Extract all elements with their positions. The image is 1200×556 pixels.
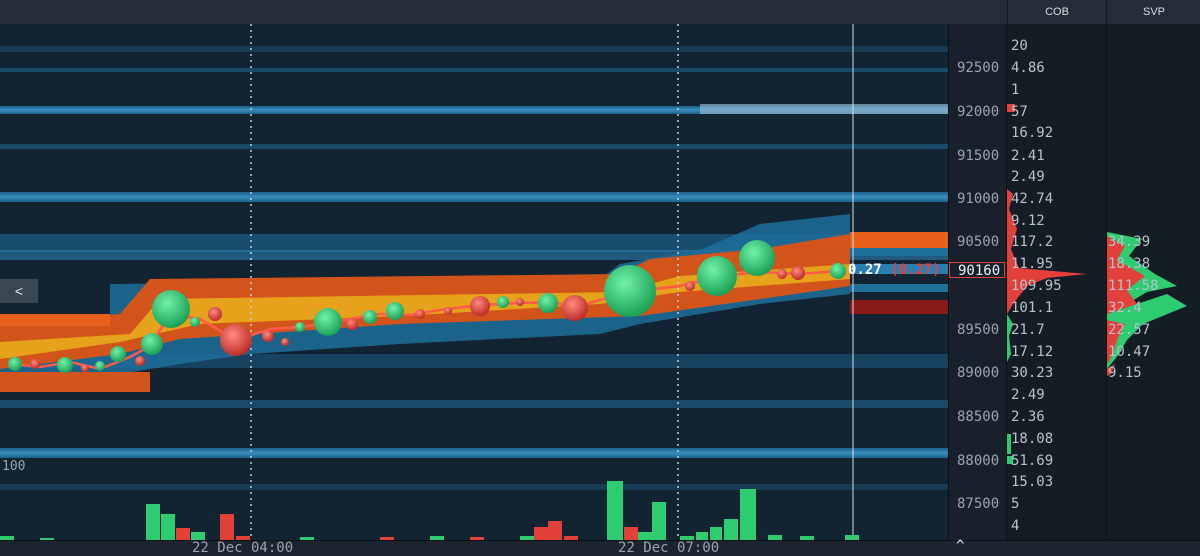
cob-value: 2.49: [1011, 169, 1045, 185]
liquidity-heatmap[interactable]: [0, 24, 948, 540]
cob-value: 30.23: [1011, 365, 1054, 381]
cob-value: 21.7: [1011, 322, 1045, 338]
svp-value: 32.4: [1108, 300, 1142, 316]
panel-controls: ^: [948, 538, 1200, 556]
price-tick: 92500: [957, 60, 1000, 76]
cob-value: 15.03: [1011, 474, 1054, 490]
time-tick: 22 Dec 04:00: [192, 540, 294, 556]
cob-value: 1: [1011, 82, 1020, 98]
price-tick: 89500: [957, 322, 1000, 338]
svp-value: 18.38: [1108, 256, 1151, 272]
svp-value: 111.58: [1108, 278, 1159, 294]
last-trade-label: 0.27 (0.27): [848, 262, 941, 278]
svp-panel: 34.39 18.38 111.58 32.4 22.57 10.47 9.15: [1106, 24, 1200, 540]
cob-value: 101.1: [1011, 300, 1054, 316]
price-tick: 91500: [957, 148, 1000, 164]
cob-value: 4.86: [1011, 60, 1045, 76]
price-tick: 89000: [957, 365, 1000, 381]
cob-value: 2.49: [1011, 387, 1045, 403]
current-price-marker: 90160: [949, 262, 1005, 279]
chevron-up-icon[interactable]: ^: [956, 538, 964, 554]
svp-value: 22.57: [1108, 322, 1151, 338]
cob-value: 57: [1011, 104, 1028, 120]
svp-value: 10.47: [1108, 344, 1151, 360]
svp-value: 9.15: [1108, 365, 1142, 381]
price-tick: 88000: [957, 453, 1000, 469]
cob-value: 51.69: [1011, 453, 1054, 469]
cob-value: 11.95: [1011, 256, 1054, 272]
price-tick: 87500: [957, 496, 1000, 512]
last-trade-paren: (0.27): [890, 262, 941, 278]
cob-value: 5: [1011, 496, 1020, 512]
cob-panel: 20 4.86 1 57 16.92 2.41 2.49 42.74 9.12 …: [1006, 24, 1107, 540]
volume-scale-label: 100: [2, 459, 26, 474]
cob-value: 9.12: [1011, 213, 1045, 229]
svp-value: 34.39: [1108, 234, 1151, 250]
time-axis[interactable]: 22 Dec 04:00 22 Dec 07:00: [0, 540, 948, 556]
price-axis[interactable]: 92500 92000 91500 91000 90500 90160 8950…: [948, 24, 1007, 540]
cob-value: 42.74: [1011, 191, 1054, 207]
svp-column-header[interactable]: SVP: [1106, 0, 1200, 24]
price-tick: 88500: [957, 409, 1000, 425]
price-tick: 92000: [957, 104, 1000, 120]
last-trade-size: 0.27: [848, 262, 882, 278]
cob-value: 17.12: [1011, 344, 1054, 360]
cob-value: 117.2: [1011, 234, 1054, 250]
top-toolbar: COB SVP: [0, 0, 1200, 25]
cob-value: 4: [1011, 518, 1020, 534]
scroll-left-button[interactable]: <: [0, 279, 38, 303]
cob-column-header[interactable]: COB: [1007, 0, 1106, 24]
time-tick: 22 Dec 07:00: [618, 540, 720, 556]
cob-value: 109.95: [1011, 278, 1062, 294]
cob-value: 16.92: [1011, 125, 1054, 141]
price-tick: 90500: [957, 234, 1000, 250]
cob-value: 2.36: [1011, 409, 1045, 425]
cob-value: 2.41: [1011, 148, 1045, 164]
cob-value: 20: [1011, 38, 1028, 54]
price-tick: 91000: [957, 191, 1000, 207]
cob-value: 18.08: [1011, 431, 1054, 447]
